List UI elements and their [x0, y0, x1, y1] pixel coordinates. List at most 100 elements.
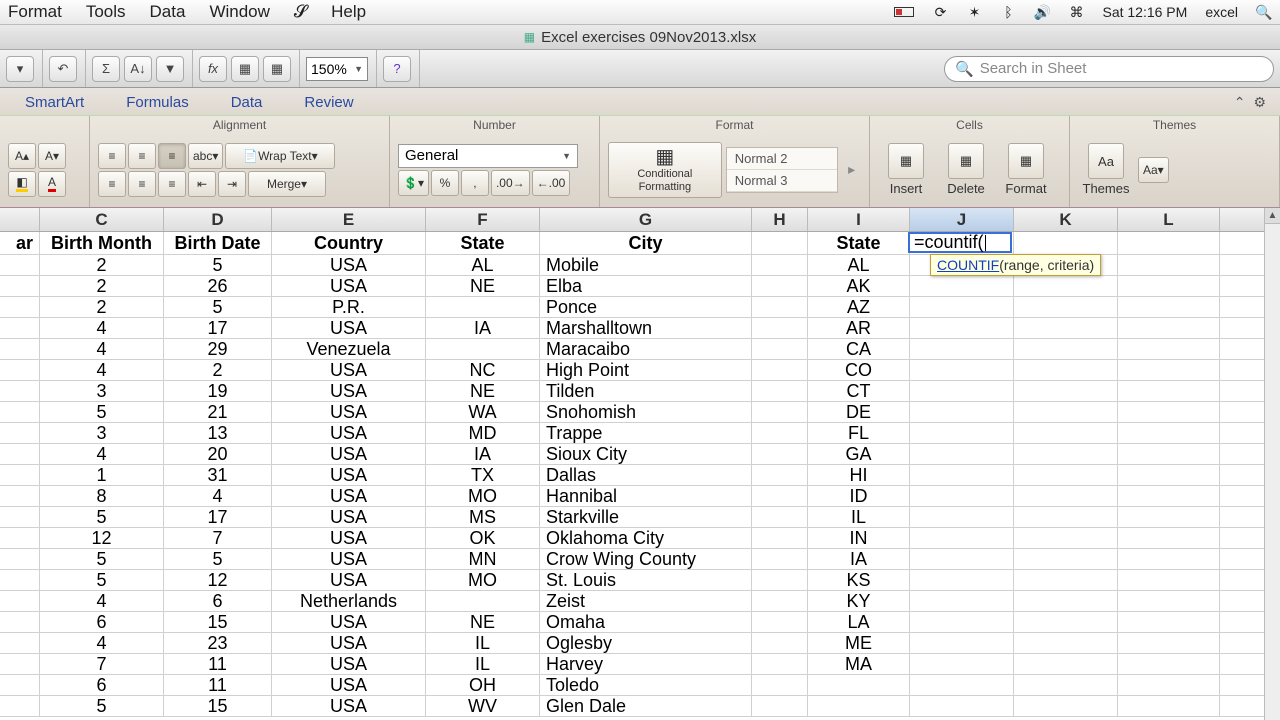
conditional-formatting-button[interactable]: ▦ Conditional Formatting — [608, 142, 722, 198]
cell[interactable]: WV — [426, 696, 540, 716]
cell[interactable] — [752, 444, 808, 464]
cell[interactable]: 5 — [40, 696, 164, 716]
cell[interactable] — [1118, 591, 1220, 611]
cell[interactable] — [1118, 360, 1220, 380]
cell[interactable]: Starkville — [540, 507, 752, 527]
cell[interactable]: AL — [426, 255, 540, 275]
col-header-f[interactable]: F — [426, 208, 540, 231]
cell[interactable]: 4 — [40, 444, 164, 464]
cell[interactable] — [1014, 297, 1118, 317]
cell[interactable] — [0, 696, 40, 716]
cell[interactable]: Mobile — [540, 255, 752, 275]
cell[interactable]: 5 — [40, 549, 164, 569]
ribbon-settings-icon[interactable]: ⚙ — [1253, 94, 1266, 111]
merge-button[interactable]: Merge ▾ — [248, 171, 326, 197]
cell[interactable]: USA — [272, 528, 426, 548]
valign-middle-button[interactable]: ≡ — [128, 143, 156, 169]
cell[interactable] — [752, 507, 808, 527]
cell[interactable]: 5 — [40, 402, 164, 422]
cell[interactable]: USA — [272, 654, 426, 674]
cell[interactable] — [752, 339, 808, 359]
cell[interactable]: USA — [272, 255, 426, 275]
col-header-b[interactable] — [0, 208, 40, 231]
cell[interactable] — [426, 339, 540, 359]
cell[interactable] — [1014, 339, 1118, 359]
cell[interactable]: 7 — [164, 528, 272, 548]
cell[interactable] — [0, 633, 40, 653]
cell[interactable] — [910, 297, 1014, 317]
cell[interactable] — [1118, 675, 1220, 695]
cell[interactable] — [1118, 654, 1220, 674]
cell[interactable]: Tilden — [540, 381, 752, 401]
cell[interactable] — [0, 612, 40, 632]
cells-delete-button[interactable]: ▦ Delete — [938, 143, 994, 196]
cell[interactable]: 13 — [164, 423, 272, 443]
col-header-h[interactable]: H — [752, 208, 808, 231]
zoom-select[interactable]: 150% ▼ — [306, 57, 368, 81]
cell[interactable]: 11 — [164, 654, 272, 674]
font-grow-button[interactable]: A▴ — [8, 143, 36, 169]
cell[interactable] — [1014, 570, 1118, 590]
cell[interactable]: 5 — [164, 549, 272, 569]
cell[interactable] — [752, 232, 808, 254]
cell[interactable]: 4 — [40, 318, 164, 338]
tooltip-function-name[interactable]: COUNTIF — [937, 257, 999, 273]
menu-tools[interactable]: Tools — [86, 2, 126, 22]
cell[interactable]: Toledo — [540, 675, 752, 695]
cell[interactable] — [0, 360, 40, 380]
cell[interactable] — [1014, 444, 1118, 464]
cell[interactable]: 29 — [164, 339, 272, 359]
cell[interactable]: MN — [426, 549, 540, 569]
cell[interactable]: Maracaibo — [540, 339, 752, 359]
styles-expand-icon[interactable]: ▸ — [842, 161, 861, 178]
cell[interactable] — [752, 318, 808, 338]
cell[interactable] — [1118, 232, 1220, 254]
cell[interactable]: NE — [426, 612, 540, 632]
cell[interactable]: 2 — [40, 297, 164, 317]
sort-button[interactable]: A↓ — [124, 56, 152, 82]
cell[interactable]: 2 — [40, 276, 164, 296]
cell[interactable]: USA — [272, 402, 426, 422]
tab-smartart[interactable]: SmartArt — [4, 89, 105, 115]
cell[interactable]: 7 — [40, 654, 164, 674]
cell[interactable] — [1014, 696, 1118, 716]
valign-top-button[interactable]: ≡ — [98, 143, 126, 169]
cell[interactable] — [0, 297, 40, 317]
menu-format[interactable]: Format — [8, 2, 62, 22]
cell[interactable] — [1014, 318, 1118, 338]
cell[interactable]: 4 — [40, 591, 164, 611]
cell[interactable] — [1014, 402, 1118, 422]
cell[interactable] — [1118, 339, 1220, 359]
cell[interactable]: IN — [808, 528, 910, 548]
cell[interactable]: USA — [272, 675, 426, 695]
cell[interactable]: MD — [426, 423, 540, 443]
cell[interactable]: TX — [426, 465, 540, 485]
cell[interactable] — [808, 675, 910, 695]
cell[interactable] — [910, 591, 1014, 611]
scroll-up-icon[interactable]: ▲ — [1265, 208, 1280, 224]
cell[interactable]: 15 — [164, 612, 272, 632]
halign-left-button[interactable]: ≡ — [98, 171, 126, 197]
cell[interactable] — [1118, 297, 1220, 317]
cell[interactable] — [752, 276, 808, 296]
wrap-text-button[interactable]: 📄 Wrap Text ▾ — [225, 143, 335, 169]
style-normal2[interactable]: Normal 2 — [727, 148, 838, 170]
col-header-d[interactable]: D — [164, 208, 272, 231]
cell[interactable]: Ponce — [540, 297, 752, 317]
cell[interactable]: CA — [808, 339, 910, 359]
cell[interactable]: Country — [272, 232, 426, 254]
cell[interactable] — [0, 255, 40, 275]
cell[interactable]: FL — [808, 423, 910, 443]
themes-button[interactable]: Aa Themes — [1078, 143, 1134, 196]
cell[interactable] — [910, 360, 1014, 380]
cell[interactable] — [910, 528, 1014, 548]
cell[interactable] — [910, 444, 1014, 464]
cell[interactable]: USA — [272, 318, 426, 338]
cell[interactable]: State — [426, 232, 540, 254]
cell[interactable] — [752, 570, 808, 590]
cell[interactable]: 2 — [164, 360, 272, 380]
tab-review[interactable]: Review — [283, 89, 374, 115]
cell[interactable]: IL — [426, 633, 540, 653]
cell[interactable]: 5 — [164, 255, 272, 275]
cell[interactable] — [1014, 360, 1118, 380]
